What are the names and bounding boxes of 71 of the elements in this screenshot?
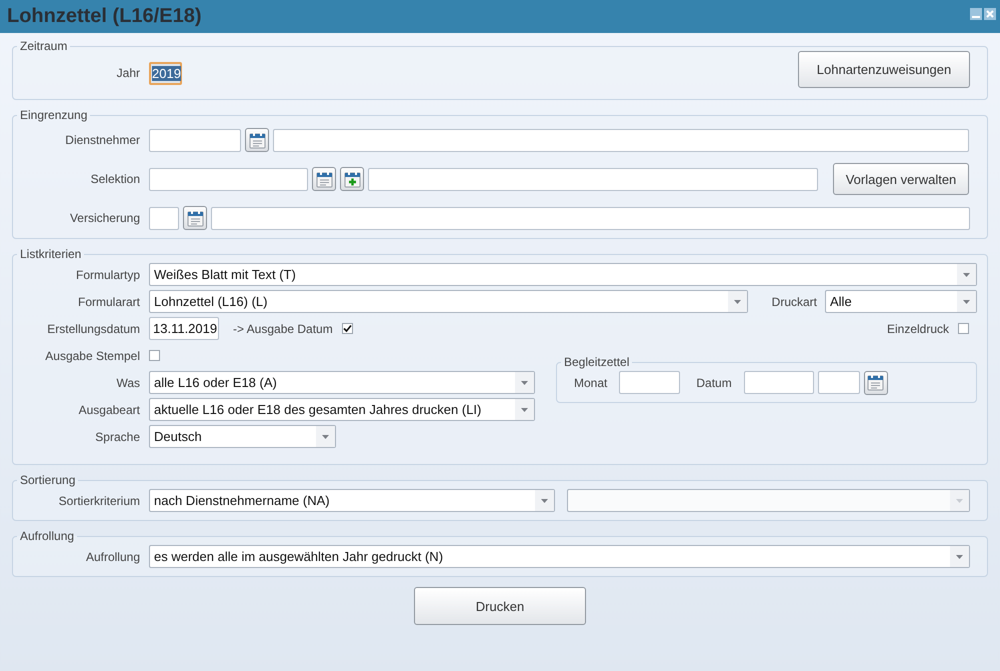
dropdown-arrow-icon <box>963 272 970 276</box>
dropdown-field[interactable]: alle L16 oder E18 (A) <box>149 371 535 394</box>
dropdown-field[interactable]: aktuelle L16 oder E18 des gesamten Jahres drucken (LI) <box>149 398 535 421</box>
text-field[interactable] <box>273 128 969 152</box>
checkbox[interactable] <box>342 323 353 334</box>
text-field[interactable] <box>619 371 680 394</box>
dropdown-field[interactable]: Deutsch <box>149 425 336 448</box>
lookup-button[interactable] <box>245 128 269 152</box>
dropdown-field[interactable]: Alle <box>825 290 977 313</box>
notepad-icon <box>316 170 332 188</box>
field-label: Ausgabe Stempel <box>44 348 140 362</box>
text-field[interactable] <box>211 206 970 230</box>
dropdown-field[interactable]: es werden alle im ausgewählten Jahr gedruckt (N) <box>149 545 970 568</box>
field-label: Sortierkriterium <box>58 494 140 508</box>
close-icon[interactable] <box>984 8 996 20</box>
field-label: Datum <box>696 376 732 390</box>
dropdown-arrow-icon <box>541 498 548 502</box>
lookup-button[interactable] <box>183 206 207 230</box>
text-field[interactable] <box>368 168 818 190</box>
notepad-icon <box>248 132 266 148</box>
section-title: Listkriterien <box>19 247 82 261</box>
section-title: Aufrollung <box>19 529 76 543</box>
add-button[interactable] <box>340 167 364 191</box>
field-label: Selektion <box>90 172 140 186</box>
field-label: Jahr <box>116 66 140 80</box>
window-title: Lohnzettel (L16/E18) <box>7 5 202 28</box>
checkbox[interactable] <box>958 323 969 334</box>
text-field[interactable]: 2019 <box>149 62 182 84</box>
lookup-button[interactable] <box>312 167 336 191</box>
section-title: Eingrenzung <box>19 108 88 122</box>
field-label: Sprache <box>94 430 140 444</box>
field-label: Druckart <box>772 294 817 308</box>
field-label: Formulartyp <box>74 268 140 282</box>
vorlagen-button[interactable]: Vorlagen verwalten <box>833 163 969 195</box>
dropdown-arrow-icon <box>956 498 963 502</box>
dropdown-arrow-icon <box>521 408 528 412</box>
text-field[interactable] <box>149 168 308 190</box>
dropdown-arrow-icon <box>734 300 741 304</box>
dropdown-arrow-icon <box>322 434 329 438</box>
text-field[interactable] <box>149 206 179 230</box>
dropdown-field[interactable]: nach Dienstnehmername (NA) <box>149 489 555 512</box>
text-field[interactable]: 13.11.2019 <box>149 317 219 340</box>
section-title: Sortierung <box>19 473 76 487</box>
field-label: Einzeldruck <box>886 322 949 336</box>
lohnartenzuweisungen-button[interactable]: Lohnartenzuweisungen <box>798 51 970 88</box>
text-field[interactable] <box>744 371 814 394</box>
field-label: Dienstnehmer <box>64 133 140 147</box>
field-label: Monat <box>574 376 608 390</box>
field-label: Was <box>115 376 140 390</box>
notepad-plus-icon <box>344 170 360 188</box>
section-title: Zeitraum <box>19 39 68 53</box>
notepad-icon <box>867 374 884 391</box>
notepad-icon <box>186 210 204 226</box>
dropdown-arrow-icon <box>963 300 970 304</box>
field-label: -> Ausgabe Datum <box>233 322 333 336</box>
text-field[interactable] <box>818 371 860 394</box>
dropdown-field[interactable]: Weißes Blatt mit Text (T) <box>149 263 977 286</box>
lookup-button[interactable] <box>864 370 888 394</box>
field-label: Aufrollung <box>84 550 140 564</box>
text-field[interactable] <box>149 128 241 152</box>
dropdown-arrow-icon <box>956 554 963 558</box>
field-label: Ausgabeart <box>78 402 140 416</box>
dropdown-arrow-icon <box>521 380 528 384</box>
field-label: Formularart <box>76 294 140 308</box>
minimize-icon[interactable] <box>970 8 982 20</box>
checkbox[interactable] <box>149 350 160 361</box>
section-title: Begleitzettel <box>563 355 630 369</box>
dropdown-field[interactable]: Lohnzettel (L16) (L) <box>149 290 748 313</box>
field-label: Erstellungsdatum <box>46 322 140 336</box>
field-label: Versicherung <box>68 211 140 225</box>
print-button[interactable]: Drucken <box>414 587 586 625</box>
